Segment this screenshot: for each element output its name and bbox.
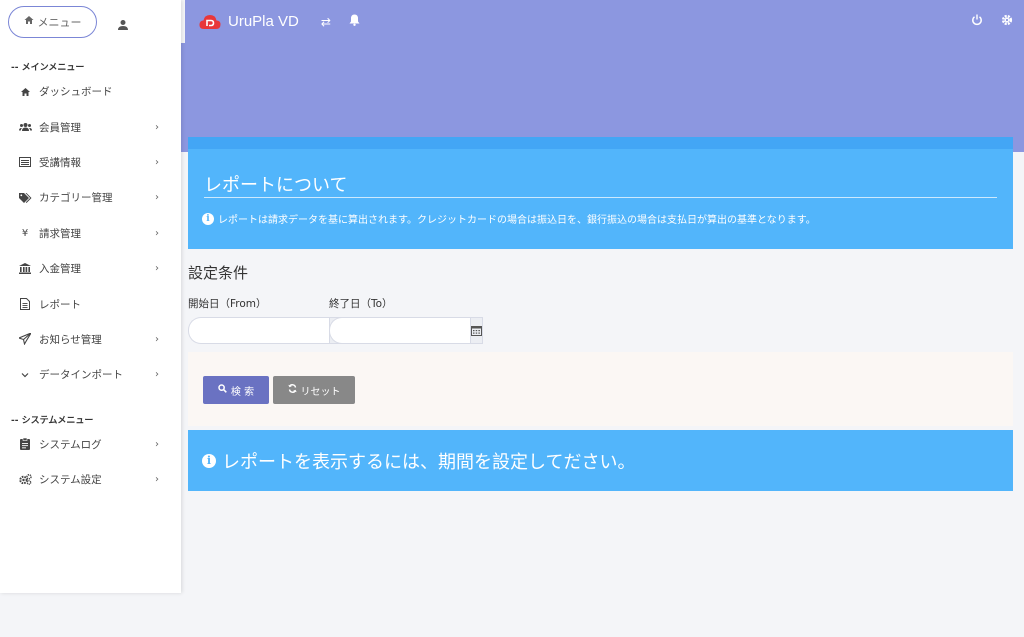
sidebar-item-label: システム設定	[39, 474, 102, 487]
info-icon: i	[202, 212, 214, 225]
user-icon[interactable]	[117, 16, 129, 30]
search-button-label: 検 索	[230, 386, 255, 398]
header-banner	[181, 43, 1024, 152]
home-icon	[24, 15, 34, 28]
sidebar-item-label: ダッシュボード	[39, 86, 113, 99]
main-nav: ダッシュボード 会員管理 › 受講情報 › カテゴリー管理 › ¥ 請求管理 ›…	[0, 74, 181, 393]
report-info-panel: レポートについて i レポートは請求データを基に算出されます。クレジットカードの…	[188, 137, 1013, 249]
list-icon	[18, 157, 32, 168]
conditions-title: 設定条件	[188, 264, 249, 282]
system-nav: システムログ › システム設定 ›	[0, 427, 181, 498]
bank-icon	[18, 263, 32, 275]
chevron-right-icon: ›	[155, 333, 159, 345]
main-menu-heading: -- メインメニュー	[11, 63, 85, 73]
sidebar-item-system-log[interactable]: システムログ ›	[0, 427, 181, 462]
divider	[204, 197, 997, 198]
sidebar-item-system-settings[interactable]: システム設定 ›	[0, 462, 181, 497]
sidebar-item-label: データインポート	[39, 369, 123, 382]
sidebar-item-label: お知らせ管理	[39, 333, 102, 346]
sidebar-item-courses[interactable]: 受講情報 ›	[0, 145, 181, 180]
menu-button[interactable]: メニュー	[8, 5, 97, 38]
menu-button-label: メニュー	[37, 15, 82, 29]
clipboard-icon	[18, 438, 32, 451]
brand-name[interactable]: UruPla VD	[228, 13, 299, 30]
start-date-label: 開始日（From）	[188, 298, 267, 310]
brand-logo-icon[interactable]	[199, 13, 221, 31]
sidebar-item-notices[interactable]: お知らせ管理 ›	[0, 322, 181, 357]
refresh-icon	[287, 384, 297, 396]
chevron-right-icon: ›	[155, 227, 159, 239]
top-bar-actions	[971, 0, 1013, 43]
end-date-label: 終了日（To）	[329, 298, 393, 310]
sidebar-item-members[interactable]: 会員管理 ›	[0, 109, 181, 144]
send-icon	[18, 333, 32, 346]
info-text-row: i レポートは請求データを基に算出されます。クレジットカードの場合は振込日を、銀…	[202, 211, 816, 226]
swap-icon[interactable]: ⇄	[321, 15, 331, 29]
info-title: レポートについて	[204, 175, 348, 196]
yen-icon: ¥	[21, 227, 29, 239]
end-date-input[interactable]	[329, 317, 470, 344]
sidebar-item-billing[interactable]: ¥ 請求管理 ›	[0, 216, 181, 251]
sidebar: メニュー -- メインメニュー ダッシュボード 会員管理 › 受講情報 › カテ…	[0, 0, 181, 593]
info-description: レポートは請求データを基に算出されます。クレジットカードの場合は振込日を、銀行振…	[218, 215, 816, 226]
info-icon: i	[202, 453, 216, 468]
sidebar-item-dashboard[interactable]: ダッシュボード	[0, 74, 181, 109]
cogs-icon	[18, 474, 32, 485]
end-date-group	[329, 317, 483, 344]
system-menu-heading: -- システムメニュー	[11, 415, 94, 426]
sidebar-item-label: システムログ	[39, 438, 102, 451]
power-icon[interactable]	[971, 14, 983, 29]
users-icon	[18, 122, 32, 132]
report-notice: i レポートを表示するには、期間を設定してださい。	[188, 430, 1013, 491]
top-bar: UruPla VD ⇄	[185, 0, 1024, 43]
notice-text: レポートを表示するには、期間を設定してださい。	[222, 451, 636, 473]
sidebar-item-label: 請求管理	[39, 227, 81, 240]
start-date-group	[188, 317, 342, 344]
sidebar-item-categories[interactable]: カテゴリー管理 ›	[0, 180, 181, 215]
sidebar-item-label: レポート	[39, 298, 81, 311]
tags-icon	[18, 192, 32, 203]
calendar-icon[interactable]	[470, 317, 483, 344]
chevron-right-icon: ›	[155, 156, 159, 168]
home-icon	[18, 87, 32, 97]
button-area: 検 索 リセット	[188, 352, 1013, 426]
sidebar-item-label: 受講情報	[39, 156, 81, 169]
reset-button[interactable]: リセット	[273, 376, 355, 404]
bell-icon[interactable]	[349, 14, 360, 29]
reset-button-label: リセット	[300, 386, 341, 398]
chevron-down-icon	[18, 371, 32, 379]
chevron-right-icon: ›	[155, 369, 159, 381]
sidebar-item-label: 入金管理	[39, 263, 81, 276]
search-button[interactable]: 検 索	[203, 376, 269, 404]
chevron-right-icon: ›	[155, 121, 159, 133]
sidebar-item-label: 会員管理	[39, 121, 81, 134]
gear-icon[interactable]	[1001, 14, 1013, 29]
sidebar-item-payments[interactable]: 入金管理 ›	[0, 251, 181, 286]
sidebar-item-reports[interactable]: レポート	[0, 286, 181, 321]
search-icon	[218, 384, 227, 396]
sidebar-item-data-import[interactable]: データインポート ›	[0, 357, 181, 392]
start-date-input[interactable]	[188, 317, 329, 344]
chevron-right-icon: ›	[155, 263, 159, 275]
chevron-right-icon: ›	[155, 438, 159, 450]
chevron-right-icon: ›	[155, 474, 159, 486]
chevron-right-icon: ›	[155, 192, 159, 204]
sidebar-item-label: カテゴリー管理	[39, 192, 113, 205]
document-icon	[18, 298, 32, 311]
sidebar-top: メニュー	[0, 0, 181, 43]
